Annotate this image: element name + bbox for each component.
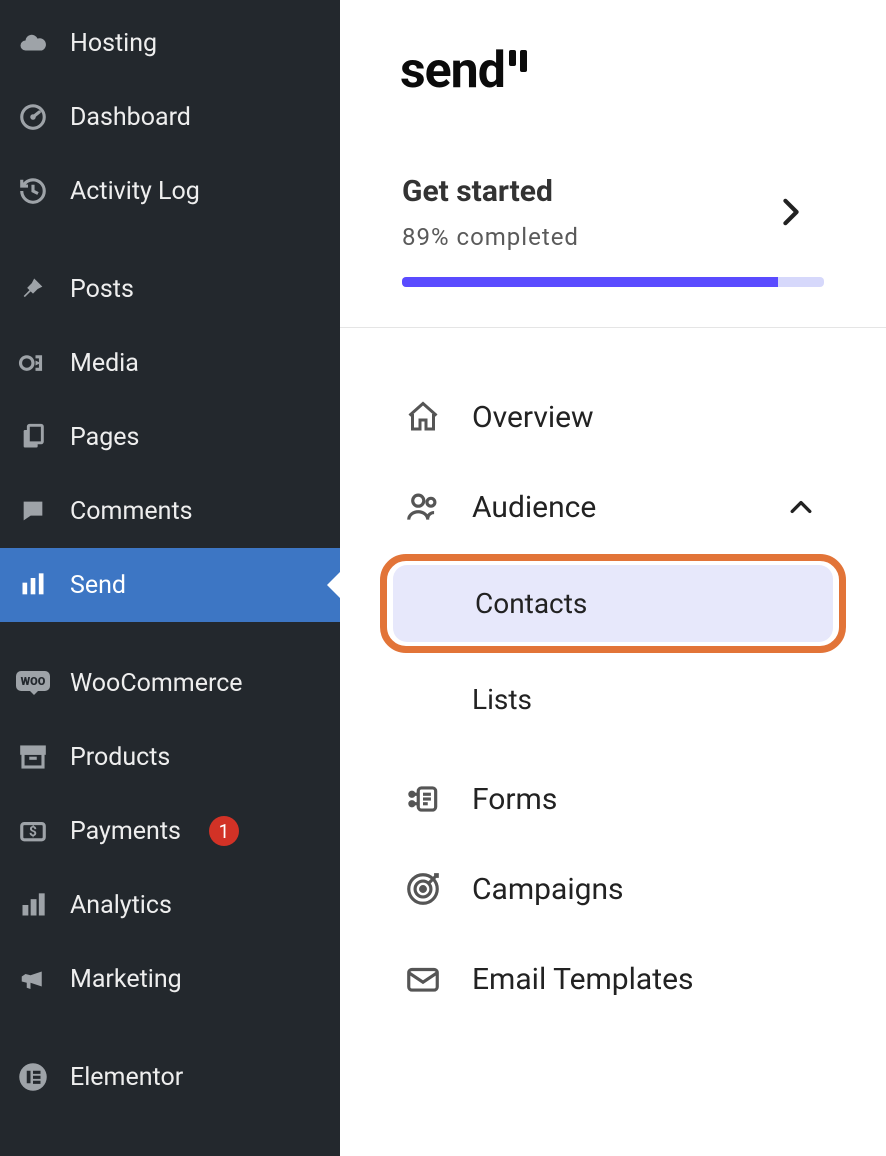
- sidebar-item-activity-log[interactable]: Activity Log: [0, 154, 340, 228]
- get-started-progress-bar: [402, 277, 824, 287]
- payments-icon: $: [16, 814, 50, 848]
- sidebar-separator: [0, 622, 340, 646]
- sidebar-item-label: Dashboard: [70, 103, 191, 132]
- sidebar-item-label: Products: [70, 743, 170, 772]
- gauge-icon: [16, 100, 50, 134]
- comment-icon: [16, 494, 50, 528]
- sidebar-item-label: Payments: [70, 817, 181, 846]
- media-icon: [16, 346, 50, 380]
- sidebar-item-products[interactable]: Products: [0, 720, 340, 794]
- woo-icon: WOO: [16, 666, 50, 700]
- bars-icon: [16, 568, 50, 602]
- nav-item-label: Overview: [472, 400, 594, 435]
- audience-submenu: Contacts Lists: [386, 552, 840, 754]
- sidebar-separator: [0, 228, 340, 252]
- mail-icon: [402, 958, 444, 1000]
- home-icon: [402, 396, 444, 438]
- nav-item-campaigns[interactable]: Campaigns: [386, 844, 840, 934]
- sidebar-item-label: Activity Log: [70, 177, 200, 206]
- send-logo: send: [400, 42, 826, 100]
- send-panel: send Get started 89% completed Overview …: [340, 0, 886, 1156]
- megaphone-icon: [16, 962, 50, 996]
- svg-text:WOO: WOO: [21, 675, 46, 688]
- sidebar-item-label: Media: [70, 349, 139, 378]
- sidebar-item-label: Send: [70, 571, 126, 600]
- chevron-right-icon: [782, 198, 800, 226]
- sidebar-item-media[interactable]: Media: [0, 326, 340, 400]
- svg-text:$: $: [29, 823, 37, 840]
- elementor-icon: [16, 1060, 50, 1094]
- sidebar-item-elementor[interactable]: Elementor: [0, 1040, 340, 1114]
- cloud-icon: [16, 26, 50, 60]
- sidebar-item-label: Hosting: [70, 29, 157, 58]
- sidebar-item-label: Comments: [70, 497, 193, 526]
- sidebar-item-woocommerce[interactable]: WOO WooCommerce: [0, 646, 340, 720]
- audience-icon: [402, 486, 444, 528]
- sidebar-item-analytics[interactable]: Analytics: [0, 868, 340, 942]
- contacts-highlight: Contacts: [380, 554, 846, 653]
- forms-icon: [402, 778, 444, 820]
- nav-subitem-contacts[interactable]: Contacts: [393, 565, 833, 642]
- sidebar-item-pages[interactable]: Pages: [0, 400, 340, 474]
- nav-item-label: Email Templates: [472, 962, 693, 997]
- sidebar-item-posts[interactable]: Posts: [0, 252, 340, 326]
- chevron-up-icon: [790, 500, 812, 514]
- payments-badge: 1: [209, 816, 239, 846]
- sidebar-item-payments[interactable]: $ Payments 1: [0, 794, 340, 868]
- nav-item-label: Campaigns: [472, 872, 624, 907]
- history-icon: [16, 174, 50, 208]
- sidebar-separator: [0, 1016, 340, 1040]
- sidebar-item-dashboard[interactable]: Dashboard: [0, 80, 340, 154]
- nav-item-audience[interactable]: Audience: [386, 462, 840, 552]
- nav-item-overview[interactable]: Overview: [386, 372, 840, 462]
- pin-icon: [16, 272, 50, 306]
- sidebar-item-label: Analytics: [70, 891, 172, 920]
- pages-icon: [16, 420, 50, 454]
- send-logo-ticks-icon: [509, 50, 527, 72]
- sidebar-item-hosting[interactable]: Hosting: [0, 6, 340, 80]
- nav-subitem-lists[interactable]: Lists: [390, 661, 836, 738]
- wp-admin-sidebar: Hosting Dashboard Activity Log Posts Med…: [0, 0, 340, 1156]
- sidebar-item-label: WooCommerce: [70, 669, 243, 698]
- send-header: send: [340, 0, 886, 134]
- send-nav: Overview Audience Contacts Lists: [340, 328, 886, 1068]
- sidebar-item-marketing[interactable]: Marketing: [0, 942, 340, 1016]
- sidebar-item-comments[interactable]: Comments: [0, 474, 340, 548]
- nav-subitem-label: Contacts: [475, 587, 587, 620]
- get-started-progress-fill: [402, 277, 778, 287]
- sidebar-item-label: Marketing: [70, 965, 182, 994]
- get-started-block[interactable]: Get started 89% completed: [340, 134, 886, 328]
- analytics-icon: [16, 888, 50, 922]
- sidebar-item-label: Posts: [70, 275, 134, 304]
- get-started-title: Get started: [402, 174, 824, 209]
- nav-subitem-label: Lists: [472, 683, 532, 716]
- nav-item-forms[interactable]: Forms: [386, 754, 840, 844]
- target-icon: [402, 868, 444, 910]
- send-logo-text: send: [400, 42, 505, 100]
- get-started-progress-text: 89% completed: [402, 223, 824, 251]
- sidebar-item-label: Pages: [70, 423, 139, 452]
- sidebar-item-send[interactable]: Send: [0, 548, 340, 622]
- sidebar-item-label: Elementor: [70, 1063, 183, 1092]
- nav-item-label: Forms: [472, 782, 557, 817]
- nav-item-email-templates[interactable]: Email Templates: [386, 934, 840, 1024]
- nav-item-label: Audience: [472, 490, 596, 525]
- archive-icon: [16, 740, 50, 774]
